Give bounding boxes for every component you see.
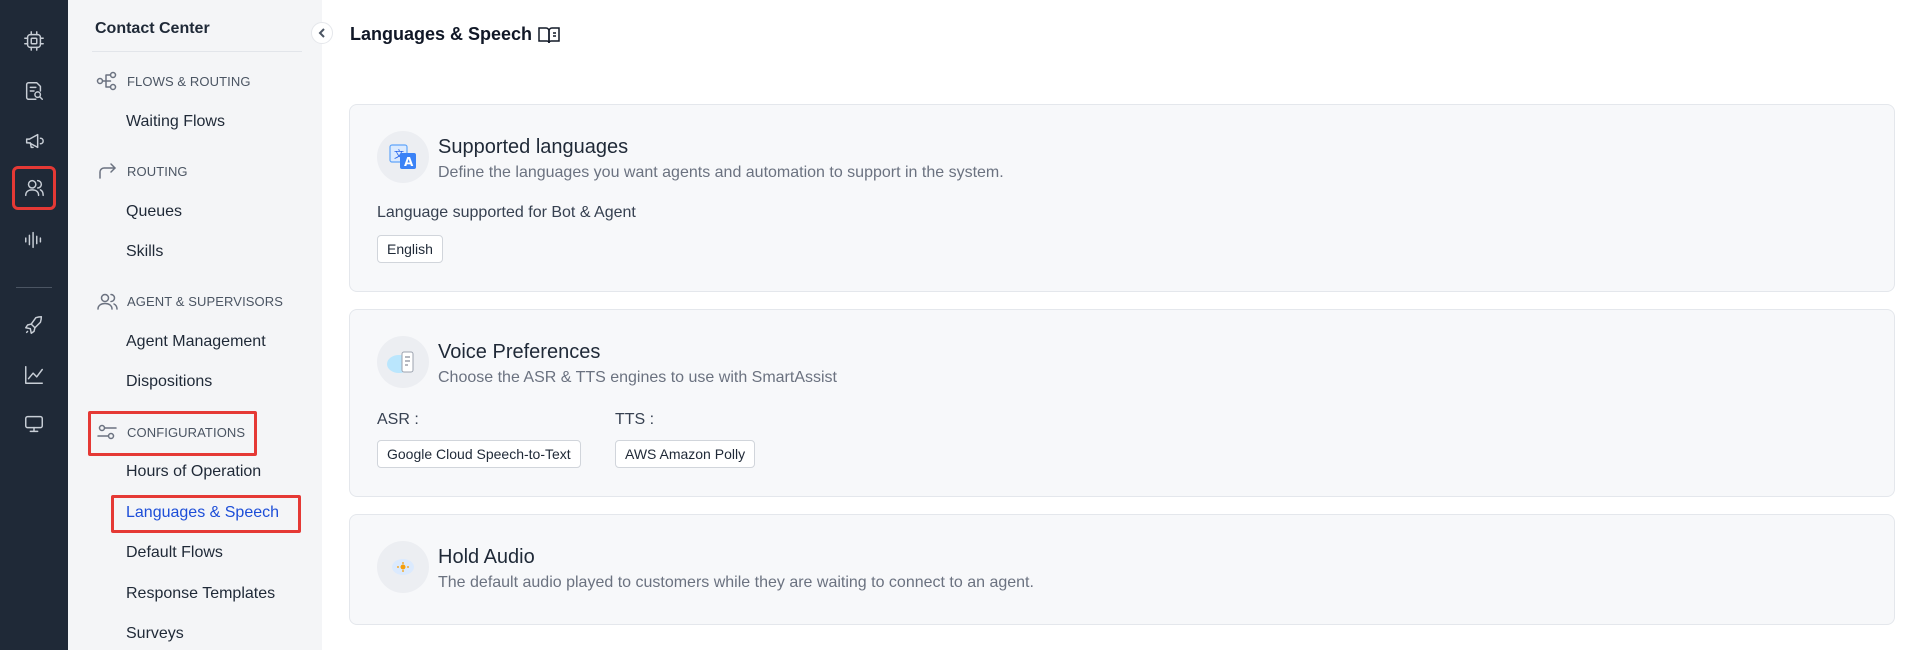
flow-icon — [96, 71, 117, 91]
nav-item-languages-speech[interactable]: Languages & Speech — [126, 502, 279, 524]
contact-center-nav: Contact Center FLOWS & ROUTING Waiting F… — [68, 0, 322, 650]
voice-engine-icon — [377, 336, 429, 388]
translate-icon: 文 A — [377, 131, 429, 183]
asr-label: ASR : — [377, 411, 419, 428]
collapse-sidebar-button[interactable] — [311, 22, 333, 44]
settings-chip-icon[interactable] — [14, 21, 54, 61]
nav-item-dispositions[interactable]: Dispositions — [126, 371, 212, 393]
nav-item-skills[interactable]: Skills — [126, 241, 163, 263]
section-label: CONFIGURATIONS — [127, 424, 246, 440]
page-title-text: Languages & Speech — [350, 24, 533, 44]
routing-arrow-icon — [99, 163, 116, 179]
card-description: The default audio played to customers wh… — [438, 574, 1034, 591]
megaphone-icon[interactable] — [14, 121, 54, 161]
card-title: Hold Audio — [438, 546, 535, 568]
nav-title: Contact Center — [95, 20, 210, 37]
page-title: Languages & Speech — [350, 24, 561, 45]
chevron-left-icon — [318, 28, 325, 38]
monitor-icon[interactable] — [14, 404, 54, 444]
rail-divider — [16, 287, 52, 288]
icon-rail — [0, 0, 68, 650]
card-title: Voice Preferences — [438, 341, 601, 363]
card-title: Supported languages — [438, 136, 629, 158]
nav-item-response-templates[interactable]: Response Templates — [126, 583, 275, 605]
language-field-label: Language supported for Bot & Agent — [377, 204, 636, 221]
audio-wave-icon[interactable] — [14, 220, 54, 260]
tts-label: TTS : — [615, 411, 655, 428]
asr-engine-chip: Google Cloud Speech-to-Text — [377, 440, 581, 468]
nav-item-waiting-flows[interactable]: Waiting Flows — [126, 111, 225, 133]
section-label: FLOWS & ROUTING — [127, 73, 251, 89]
section-configurations: CONFIGURATIONS — [96, 421, 245, 443]
sliders-icon — [97, 424, 117, 440]
document-search-icon[interactable] — [14, 71, 54, 111]
users-icon[interactable] — [12, 166, 56, 210]
nav-item-surveys[interactable]: Surveys — [126, 623, 184, 645]
svg-text:A: A — [404, 155, 414, 169]
card-description: Choose the ASR & TTS engines to use with… — [438, 369, 837, 386]
section-routing: ROUTING — [96, 160, 188, 182]
open-book-icon[interactable] — [537, 25, 561, 45]
nav-item-queues[interactable]: Queues — [126, 201, 182, 223]
analytics-icon[interactable] — [14, 355, 54, 395]
nav-item-hours-of-operation[interactable]: Hours of Operation — [126, 461, 261, 483]
users-icon — [97, 293, 118, 310]
voice-preferences-card: Voice Preferences Choose the ASR & TTS e… — [349, 309, 1895, 497]
nav-item-agent-management[interactable]: Agent Management — [126, 331, 266, 353]
section-flows-routing: FLOWS & ROUTING — [96, 70, 251, 92]
language-chip-english: English — [377, 235, 443, 263]
nav-item-default-flows[interactable]: Default Flows — [126, 542, 223, 564]
nav-divider — [92, 51, 302, 52]
section-agent-supervisors: AGENT & SUPERVISORS — [96, 290, 283, 312]
supported-languages-card: 文 A Supported languages Define the langu… — [349, 104, 1895, 292]
section-label: AGENT & SUPERVISORS — [127, 293, 284, 309]
hold-audio-icon — [377, 541, 429, 593]
hold-audio-card: Hold Audio The default audio played to c… — [349, 514, 1895, 625]
rocket-icon[interactable] — [14, 305, 54, 345]
card-description: Define the languages you want agents and… — [438, 164, 1004, 181]
section-label: ROUTING — [127, 163, 188, 179]
tts-engine-chip: AWS Amazon Polly — [615, 440, 756, 468]
